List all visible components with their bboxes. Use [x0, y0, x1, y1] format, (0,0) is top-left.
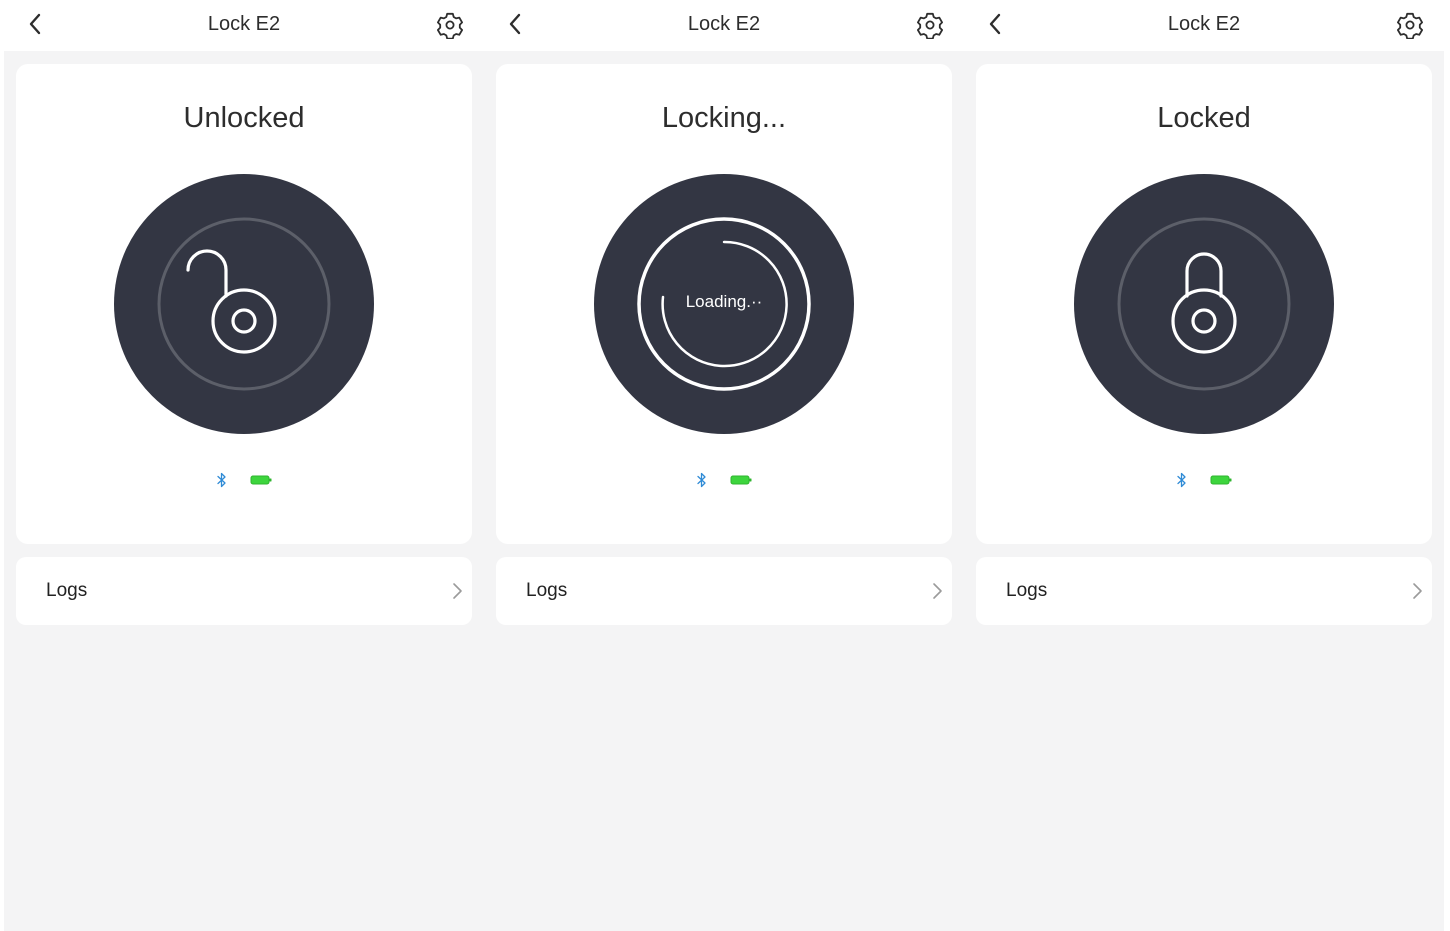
loading-text: Loading.·· — [685, 292, 763, 311]
chevron-right-icon — [453, 583, 462, 599]
logs-row[interactable]: Logs — [976, 557, 1432, 625]
top-bar: Lock E2 — [484, 0, 964, 51]
locked-padlock-graphic — [1117, 217, 1291, 391]
lock-toggle-button[interactable] — [114, 174, 374, 434]
unlocked-padlock-icon — [186, 249, 277, 354]
content-area: Unlocked Logs — [4, 51, 484, 931]
logs-label: Logs — [46, 580, 88, 601]
gear-icon — [917, 12, 943, 39]
lock-card: Locking... Loading.·· — [496, 64, 952, 544]
lock-status-text: Locked — [1157, 102, 1251, 134]
chevron-right-icon — [1413, 583, 1422, 599]
battery-icon — [1210, 474, 1232, 486]
logs-row[interactable]: Logs — [16, 557, 472, 625]
settings-button[interactable] — [914, 10, 946, 40]
bluetooth-icon — [1176, 472, 1188, 488]
logs-row[interactable]: Logs — [496, 557, 952, 625]
chevron-right-icon — [933, 583, 942, 599]
screen-locked: Lock E2 Locked Logs — [964, 0, 1444, 931]
screen-unlocked: Lock E2 Unlocked Logs — [4, 0, 484, 931]
lock-card: Unlocked — [16, 64, 472, 544]
gear-icon — [1397, 12, 1423, 39]
status-indicators — [496, 472, 952, 488]
lock-status-text: Locking... — [661, 102, 787, 134]
gear-icon — [437, 12, 463, 39]
content-area: Locked Logs — [964, 51, 1444, 931]
lock-card: Locked — [976, 64, 1432, 544]
page-title: Lock E2 — [207, 13, 281, 35]
screen-locking: Lock E2 Locking... Loading.·· Logs — [484, 0, 964, 931]
page-title: Lock E2 — [1167, 13, 1241, 35]
top-bar: Lock E2 — [4, 0, 484, 51]
page-title: Lock E2 — [687, 13, 761, 35]
battery-icon — [250, 474, 272, 486]
logs-label: Logs — [526, 580, 568, 601]
bluetooth-icon — [696, 472, 708, 488]
lock-toggle-button[interactable]: Loading.·· — [594, 174, 854, 434]
content-area: Locking... Loading.·· Logs — [484, 51, 964, 931]
status-indicators — [976, 472, 1432, 488]
logs-label: Logs — [1006, 580, 1048, 601]
lock-toggle-button[interactable] — [1074, 174, 1334, 434]
status-indicators — [16, 472, 472, 488]
battery-icon — [730, 474, 752, 486]
lock-status-text: Unlocked — [183, 102, 305, 134]
locked-padlock-icon — [1171, 252, 1237, 354]
bluetooth-icon — [216, 472, 228, 488]
settings-button[interactable] — [1394, 10, 1426, 40]
unlocked-padlock-graphic — [157, 217, 331, 391]
settings-button[interactable] — [434, 10, 466, 40]
top-bar: Lock E2 — [964, 0, 1444, 51]
